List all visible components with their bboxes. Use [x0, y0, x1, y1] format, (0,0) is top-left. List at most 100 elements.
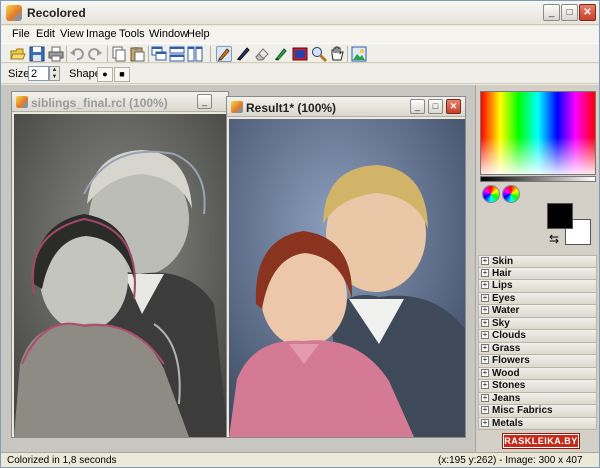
category-eyes[interactable]: + Eyes [478, 292, 597, 305]
maximize-button[interactable]: □ [561, 4, 578, 21]
zoom-icon[interactable] [311, 46, 328, 63]
category-stones[interactable]: + Stones [478, 380, 597, 393]
category-label: Stones [492, 380, 526, 391]
expand-icon[interactable]: + [481, 356, 489, 364]
category-lips[interactable]: + Lips [478, 280, 597, 293]
category-sky[interactable]: + Sky [478, 317, 597, 330]
expand-icon[interactable]: + [481, 293, 489, 302]
expand-icon[interactable]: + [481, 268, 489, 277]
eraser-icon[interactable] [254, 46, 270, 62]
category-label: Flowers [492, 355, 530, 366]
save-icon[interactable] [29, 46, 45, 62]
fill-icon[interactable] [273, 46, 289, 62]
redo-icon[interactable] [87, 46, 103, 62]
color-picker-icon[interactable] [292, 46, 308, 62]
result-document-window: Result1* (100%) _ □ ✕ [226, 96, 466, 438]
swap-colors-icon[interactable]: ⇆ [549, 232, 559, 246]
menu-window[interactable]: Window [149, 28, 188, 40]
image-icon[interactable] [351, 46, 367, 62]
status-message: Colorized in 1,8 seconds [7, 455, 117, 466]
menu-view[interactable]: View [60, 28, 84, 40]
color-wheel-icon[interactable] [482, 185, 500, 203]
expand-icon[interactable]: + [481, 281, 489, 289]
size-spinner[interactable]: ▲ ▼ [49, 66, 60, 81]
expand-icon[interactable]: + [481, 393, 489, 402]
result-image-canvas[interactable] [229, 119, 465, 437]
category-hair[interactable]: + Hair [478, 267, 597, 280]
category-label: Wood [492, 367, 520, 379]
category-clouds[interactable]: + Clouds [478, 330, 597, 343]
expand-icon[interactable]: + [481, 343, 489, 352]
site-watermark: RASKLEIKA.BY [502, 433, 580, 449]
tile-horizontal-icon[interactable] [169, 46, 185, 62]
result-minimize-button[interactable]: _ [410, 99, 425, 114]
category-misc-fabrics[interactable]: + Misc Fabrics [478, 405, 597, 418]
toolbar-separator [210, 46, 211, 62]
category-wood[interactable]: + Wood [478, 367, 597, 380]
status-bar: Colorized in 1,8 seconds (x:195 y:262) -… [1, 452, 599, 467]
category-skin[interactable]: + Skin [478, 255, 597, 268]
document-workspace: siblings_final.rcl (100%) _ Result1* (10… [1, 85, 475, 452]
tool-options-bar: Size ▲ ▼ Shape ● ■ [1, 64, 599, 84]
print-icon[interactable] [48, 46, 64, 62]
color-palette[interactable] [480, 91, 596, 175]
title-bar[interactable]: Recolored _ □ ✕ [1, 1, 599, 25]
expand-icon[interactable]: + [481, 406, 489, 414]
category-metals[interactable]: + Metals [478, 417, 597, 430]
menu-edit[interactable]: Edit [36, 28, 55, 40]
paste-icon[interactable] [129, 46, 145, 62]
category-flowers[interactable]: + Flowers [478, 355, 597, 368]
expand-icon[interactable]: + [481, 306, 489, 314]
expand-icon[interactable]: + [481, 318, 489, 327]
tile-vertical-icon[interactable] [187, 46, 203, 62]
cascade-icon[interactable] [151, 46, 167, 62]
color-wheel-alt-icon[interactable] [502, 185, 520, 203]
spin-down-icon[interactable]: ▼ [50, 74, 59, 81]
source-window-title: siblings_final.rcl (100%) [31, 96, 168, 110]
result-window-title: Result1* (100%) [246, 101, 337, 115]
material-category-list: + Skin + Hair + Lips + Eyes + Water + Sky + Clo… [478, 255, 597, 430]
source-image-canvas[interactable] [14, 114, 228, 437]
brush-size-input[interactable] [28, 66, 49, 81]
open-icon[interactable] [10, 46, 26, 62]
result-window-title-bar[interactable]: Result1* (100%) _ □ ✕ [227, 97, 465, 117]
expand-icon[interactable]: + [481, 368, 489, 377]
menu-bar: File Edit View Image Tools Window Help [1, 26, 599, 43]
round-shape-button[interactable]: ● [97, 67, 113, 82]
menu-image[interactable]: Image [86, 28, 117, 40]
category-jeans[interactable]: + Jeans [478, 392, 597, 405]
toolbar-separator [148, 46, 149, 62]
undo-icon[interactable] [69, 46, 85, 62]
category-label: Water [492, 305, 520, 316]
pen-icon[interactable] [216, 46, 232, 62]
toolbar-separator [66, 46, 67, 62]
foreground-color-swatch[interactable] [547, 203, 573, 229]
expand-icon[interactable]: + [481, 257, 489, 265]
square-shape-button[interactable]: ■ [114, 67, 130, 82]
source-window-title-bar[interactable]: siblings_final.rcl (100%) _ [12, 92, 228, 112]
expand-icon[interactable]: + [481, 418, 489, 427]
copy-icon[interactable] [111, 46, 127, 62]
category-label: Skin [492, 256, 514, 267]
expand-icon[interactable]: + [481, 331, 489, 339]
grayscale-strip[interactable] [480, 176, 596, 182]
result-close-button[interactable]: ✕ [446, 99, 461, 114]
minimize-button[interactable]: _ [543, 4, 560, 21]
document-icon [231, 101, 243, 113]
menu-tools[interactable]: Tools [119, 28, 145, 40]
menu-help[interactable]: Help [187, 28, 210, 40]
expand-icon[interactable]: + [481, 381, 489, 389]
category-label: Jeans [492, 392, 521, 404]
result-maximize-button[interactable]: □ [428, 99, 443, 114]
category-label: Misc Fabrics [492, 405, 553, 416]
category-label: Sky [492, 317, 510, 329]
close-button[interactable]: ✕ [579, 4, 596, 21]
recolored-app-window: Recolored _ □ ✕ File Edit View Image Too… [0, 0, 600, 468]
brush-icon[interactable] [235, 46, 251, 62]
category-grass[interactable]: + Grass [478, 342, 597, 355]
spin-up-icon[interactable]: ▲ [50, 67, 59, 74]
hand-icon[interactable] [329, 46, 345, 62]
menu-file[interactable]: File [12, 28, 30, 40]
category-water[interactable]: + Water [478, 305, 597, 318]
source-minimize-button[interactable]: _ [197, 94, 212, 109]
